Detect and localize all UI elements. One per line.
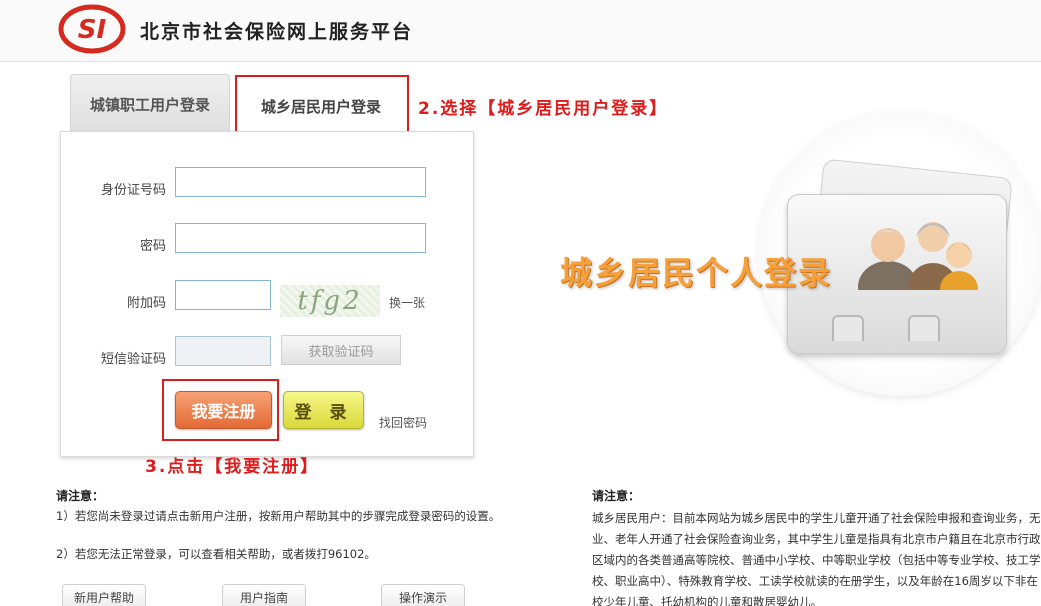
captcha-input[interactable] xyxy=(175,280,271,310)
annotation-box-register xyxy=(162,379,279,441)
annotation-box-resident-tab xyxy=(235,75,409,138)
family-people-icon xyxy=(858,222,978,290)
tab-worker-login[interactable]: 城镇职工用户登录 xyxy=(70,74,230,134)
resident-login-title: 城乡居民个人登录 xyxy=(560,254,833,292)
header: SI 北京市社会保险网上服务平台 xyxy=(0,0,1041,62)
left-notice-line-2: 2）若您无法正常登录，可以查看相关帮助，或者拨打96102。 xyxy=(56,547,376,561)
forgot-password-link[interactable]: 找回密码 xyxy=(379,414,427,431)
left-notice-title: 请注意： xyxy=(56,489,105,503)
right-notice-text: 城乡居民用户：目前本网站为城乡居民中的学生儿童开通了社会保险申报和查询业务，无业… xyxy=(592,511,1041,606)
new-user-help-button[interactable]: 新用户帮助 xyxy=(62,584,146,606)
id-number-input[interactable] xyxy=(175,167,426,197)
social-insurance-logo: SI xyxy=(58,4,126,54)
annotation-step3: 3.点击【我要注册】 xyxy=(145,457,320,477)
get-sms-code-button[interactable]: 获取验证码 xyxy=(281,335,401,365)
right-notice-title: 请注意： xyxy=(592,489,641,503)
login-button[interactable]: 登 录 xyxy=(283,391,364,429)
refresh-captcha-link[interactable]: 换一张 xyxy=(389,294,425,311)
sms-code-input[interactable] xyxy=(175,336,271,366)
captcha-label: 附加码 xyxy=(126,296,166,311)
logo-text: SI xyxy=(78,15,107,45)
card-tab-right xyxy=(908,315,940,341)
password-label: 密码 xyxy=(139,239,166,254)
password-input[interactable] xyxy=(175,223,426,253)
annotation-step2: 2.选择【城乡居民用户登录】 xyxy=(418,99,669,119)
user-guide-button[interactable]: 用户指南 xyxy=(222,584,306,606)
left-notice-line-1: 1）若您尚未登录过请点击新用户注册，按新用户帮助其中的步骤完成登录密码的设置。 xyxy=(56,509,501,523)
captcha-image[interactable]: tfg2 xyxy=(280,285,380,317)
sms-code-label: 短信验证码 xyxy=(100,352,166,367)
demo-button[interactable]: 操作演示 xyxy=(381,584,465,606)
card-tab-left xyxy=(832,315,864,341)
site-title: 北京市社会保险网上服务平台 xyxy=(140,21,414,43)
id-number-label: 身份证号码 xyxy=(100,183,166,198)
